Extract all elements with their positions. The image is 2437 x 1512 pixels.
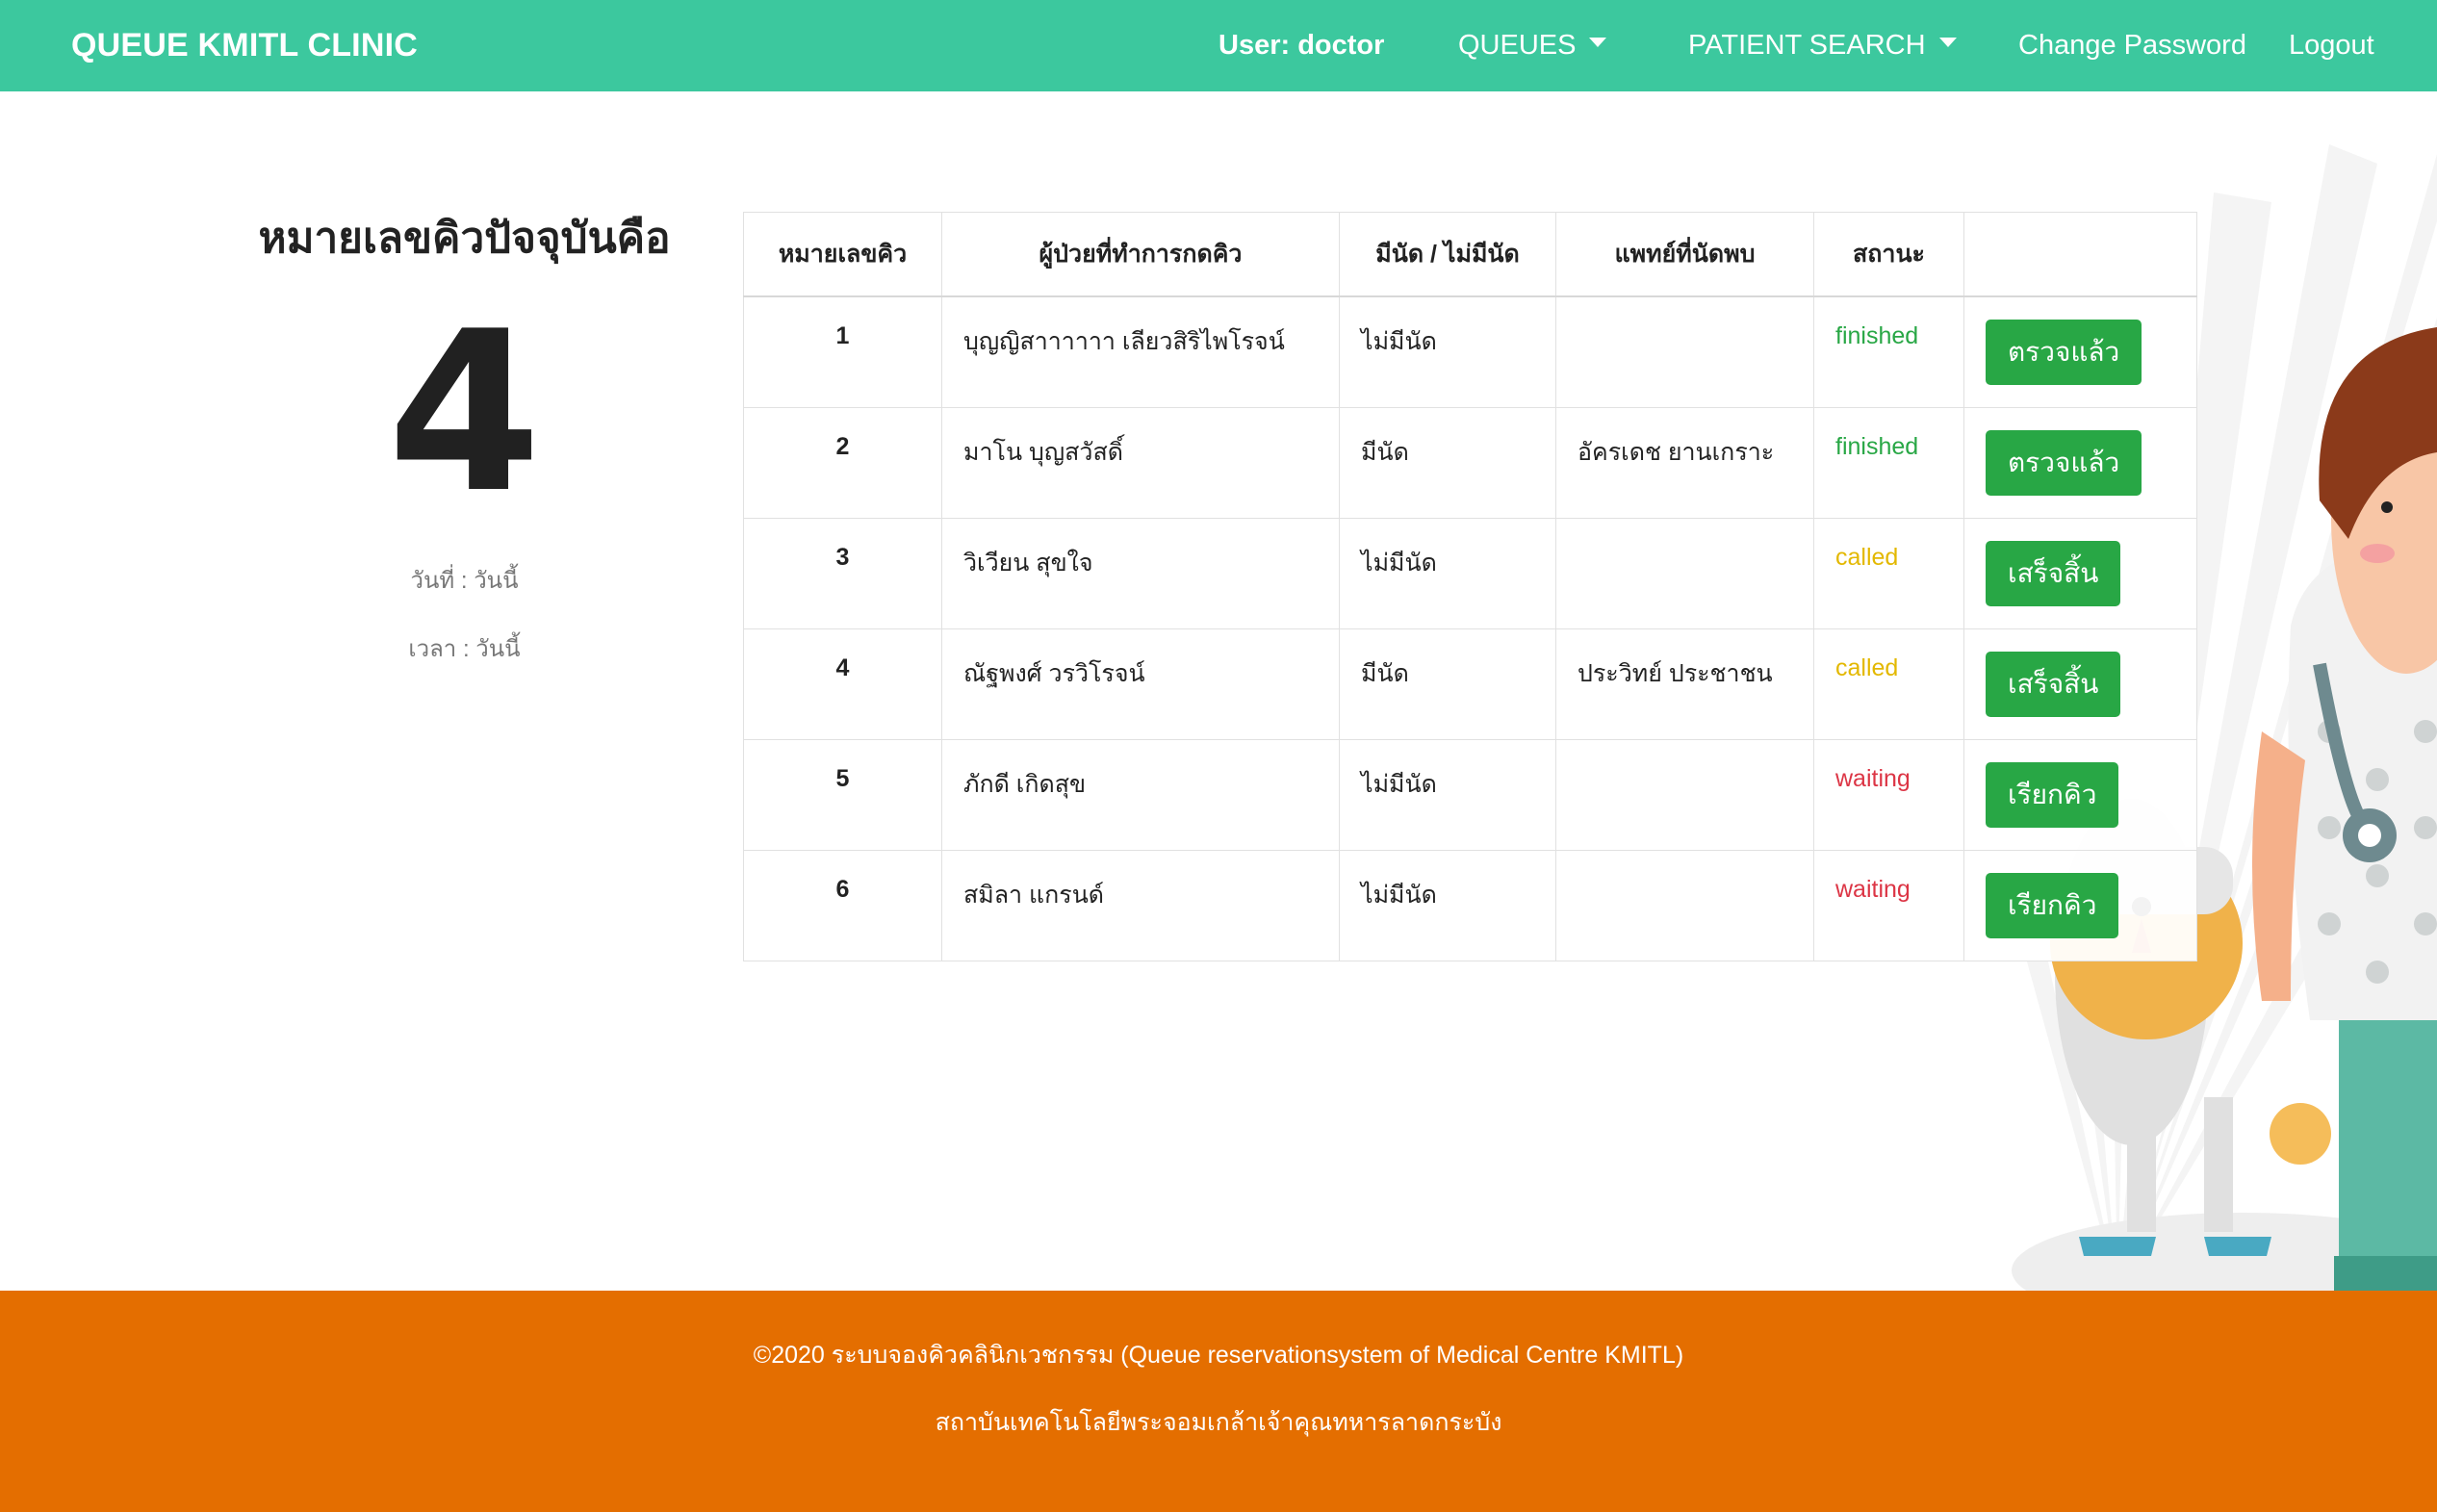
footer: ©2020 ระบบจองคิวคลินิกเวชกรรม (Queue res… <box>0 1291 2437 1512</box>
doctor-cell: ประวิทย์ ประชาชน <box>1578 660 1773 687</box>
doctor-cell <box>1556 519 1813 544</box>
appointment-cell: ไม่มีนัด <box>1361 882 1437 909</box>
appointment-cell: มีนัด <box>1361 439 1409 466</box>
queue-number-cell: 2 <box>835 433 850 460</box>
table-row: 6 สมิลา แกรนด์ ไม่มีนัด waiting เรียกคิว <box>743 850 2197 961</box>
call-queue-button[interactable]: เรียกคิว <box>1986 873 2119 938</box>
current-user-label: User: doctor <box>1218 30 1385 61</box>
patient-name-cell: บุญญิสาาาาาา เลียวสิริไพโรจน์ <box>963 328 1285 355</box>
table-row: 3 วิเวียน สุขใจ ไม่มีนัด called เสร็จสิ้… <box>743 518 2197 629</box>
table-row: 4 ณัฐพงศ์ วรวิโรจน์ มีนัด ประวิทย์ ประชา… <box>743 628 2197 740</box>
column-header-patient: ผู้ป่วยที่ทำการกดคิว <box>941 212 1340 297</box>
chevron-down-icon <box>1589 38 1607 48</box>
appointment-cell: ไม่มีนัด <box>1361 328 1437 355</box>
top-navbar: QUEUE KMITL CLINIC User: doctor QUEUES P… <box>0 0 2437 91</box>
patient-name-cell: สมิลา แกรนด์ <box>963 882 1105 909</box>
appointment-cell: ไม่มีนัด <box>1361 771 1437 798</box>
table-row: 2 มาโน บุญสวัสดิ์ มีนัด อัครเดช ยานเกราะ… <box>743 407 2197 519</box>
patient-search-dropdown[interactable]: PATIENT SEARCH <box>1688 0 1957 91</box>
column-header-doctor: แพทย์ที่นัดพบ <box>1555 212 1814 297</box>
patient-name-cell: ณัฐพงศ์ วรวิโรจน์ <box>963 660 1145 687</box>
status-badge: called <box>1835 654 1899 681</box>
patient-name-cell: มาโน บุญสวัสดิ์ <box>963 439 1123 466</box>
current-queue-heading: หมายเลขคิวปัจจุบันคือ <box>258 215 671 262</box>
queues-dropdown-label: QUEUES <box>1458 30 1577 61</box>
examined-button[interactable]: ตรวจแล้ว <box>1986 320 2142 385</box>
column-header-action <box>1963 212 2197 297</box>
queue-number-cell: 3 <box>835 544 850 571</box>
finish-button[interactable]: เสร็จสิ้น <box>1986 541 2121 606</box>
chevron-down-icon <box>1938 38 1957 48</box>
date-label: วันที่ : วันนี้ <box>410 568 519 594</box>
current-queue-number: 4 <box>387 285 542 542</box>
status-badge: waiting <box>1835 876 1911 903</box>
finish-button[interactable]: เสร็จสิ้น <box>1986 652 2121 717</box>
patient-name-cell: วิเวียน สุขใจ <box>963 550 1093 577</box>
footer-institute: สถาบันเทคโนโลยีพระจอมเกล้าเจ้าคุณทหารลาด… <box>935 1409 1502 1436</box>
logout-link[interactable]: Logout <box>2289 0 2374 91</box>
status-badge: waiting <box>1835 765 1911 792</box>
doctor-cell <box>1556 297 1813 322</box>
patient-name-cell: ภักดี เกิดสุข <box>963 771 1087 798</box>
table-row: 5 ภักดี เกิดสุข ไม่มีนัด waiting เรียกคิ… <box>743 739 2197 851</box>
doctor-cell <box>1556 851 1813 876</box>
change-password-link[interactable]: Change Password <box>2018 0 2246 91</box>
brand-logo[interactable]: QUEUE KMITL CLINIC <box>71 0 418 91</box>
call-queue-button[interactable]: เรียกคิว <box>1986 762 2119 828</box>
status-badge: called <box>1835 544 1899 571</box>
time-label: เวลา : วันนี้ <box>408 636 521 662</box>
doctor-cell: อัครเดช ยานเกราะ <box>1578 439 1775 466</box>
appointment-cell: ไม่มีนัด <box>1361 550 1437 577</box>
queue-number-cell: 5 <box>835 765 850 792</box>
queues-dropdown[interactable]: QUEUES <box>1458 0 1607 91</box>
queue-number-cell: 6 <box>835 876 850 903</box>
table-row: 1 บุญญิสาาาาาา เลียวสิริไพโรจน์ ไม่มีนัด… <box>743 295 2197 408</box>
column-header-appointment: มีนัด / ไม่มีนัด <box>1339 212 1556 297</box>
status-badge: finished <box>1835 433 1919 460</box>
examined-button[interactable]: ตรวจแล้ว <box>1986 430 2142 496</box>
doctor-cell <box>1556 740 1813 765</box>
appointment-cell: มีนัด <box>1361 660 1409 687</box>
column-header-queue-number: หมายเลขคิว <box>743 212 942 297</box>
queue-table: หมายเลขคิว ผู้ป่วยที่ทำการกดคิว มีนัด / … <box>743 212 2197 961</box>
column-header-status: สถานะ <box>1813 212 1964 297</box>
status-badge: finished <box>1835 322 1919 349</box>
table-header-row: หมายเลขคิว ผู้ป่วยที่ทำการกดคิว มีนัด / … <box>743 212 2197 297</box>
queue-number-cell: 4 <box>835 654 850 681</box>
queue-number-cell: 1 <box>835 322 850 349</box>
footer-copyright: ©2020 ระบบจองคิวคลินิกเวชกรรม (Queue res… <box>753 1342 1684 1369</box>
patient-search-dropdown-label: PATIENT SEARCH <box>1688 30 1926 61</box>
